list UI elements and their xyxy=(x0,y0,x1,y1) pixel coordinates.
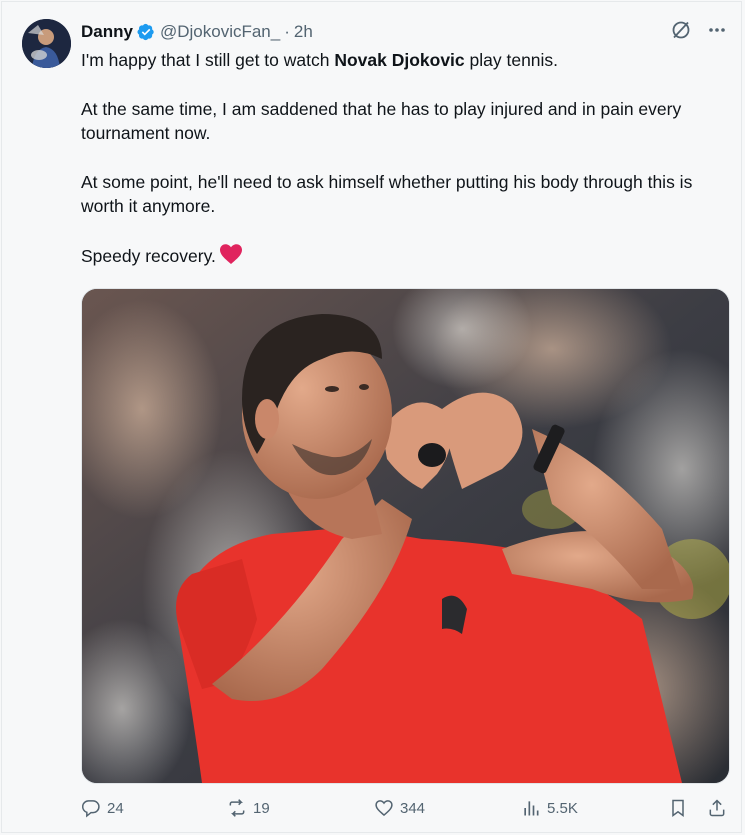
views-button[interactable]: 5.5K xyxy=(521,798,578,818)
bookmark-button[interactable] xyxy=(668,798,688,818)
separator-dot: · xyxy=(284,22,290,41)
repost-icon xyxy=(229,799,245,817)
share-button[interactable] xyxy=(707,798,727,818)
red-heart-icon xyxy=(219,244,242,264)
like-button[interactable]: 344 xyxy=(374,798,425,818)
tweet-image[interactable] xyxy=(81,288,730,784)
author-handle[interactable]: @DjokovicFan_ xyxy=(160,22,280,42)
paragraph-3: At some point, he'll need to ask himself… xyxy=(81,172,693,216)
bold-name: Novak Djokovic xyxy=(334,50,465,70)
avatar[interactable] xyxy=(22,19,71,68)
paragraph-1: I'm happy that I still get to watch Nova… xyxy=(81,50,559,70)
views-count: 5.5K xyxy=(547,799,578,817)
grok-icon[interactable] xyxy=(671,20,691,40)
paragraph-4: Speedy recovery. xyxy=(81,243,711,268)
reply-count: 24 xyxy=(107,799,124,817)
reply-button[interactable]: 24 xyxy=(81,798,124,818)
timestamp[interactable]: 2h xyxy=(294,22,313,42)
bookmark-icon xyxy=(672,799,684,817)
verified-badge-icon xyxy=(137,23,154,41)
reply-icon xyxy=(81,800,100,818)
views-chart-icon xyxy=(524,801,539,816)
repost-button[interactable]: 19 xyxy=(227,798,270,818)
share-icon xyxy=(709,799,725,817)
like-heart-icon xyxy=(375,800,393,817)
more-options-icon[interactable] xyxy=(707,20,727,40)
action-bar: 24 19 344 5.5K xyxy=(81,798,728,822)
like-count: 344 xyxy=(400,799,426,817)
tweet-text: I'm happy that I still get to watch Nova… xyxy=(81,48,711,293)
repost-count: 19 xyxy=(253,799,270,817)
paragraph-2: At the same time, I am saddened that he … xyxy=(81,99,682,143)
author-name[interactable]: Danny xyxy=(81,22,133,42)
